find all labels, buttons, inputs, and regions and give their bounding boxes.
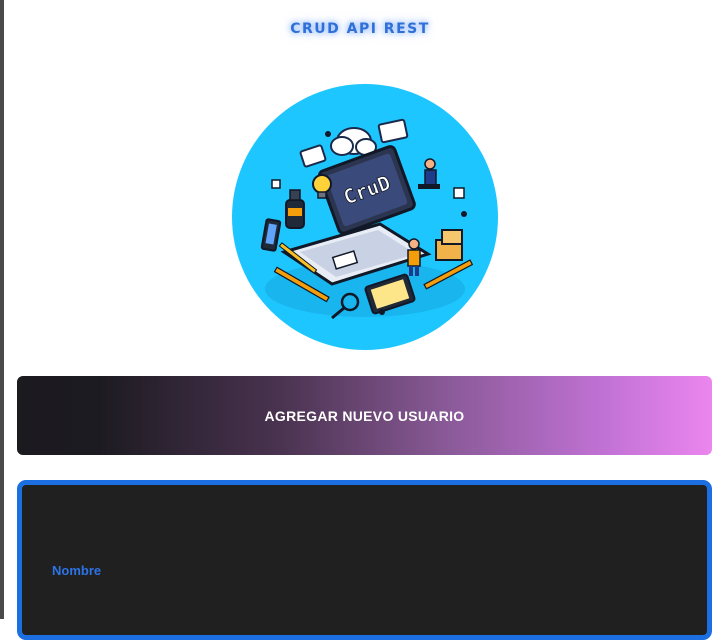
user-form: Nombre [17, 480, 712, 640]
window-edge [0, 0, 4, 619]
add-new-user-button[interactable]: AGREGAR NUEVO USUARIO [17, 376, 712, 455]
crud-logo-image: CruD [232, 84, 498, 350]
add-new-user-label: AGREGAR NUEVO USUARIO [264, 407, 465, 424]
page-title: CRUD API REST [290, 21, 430, 37]
name-field-label: Nombre [52, 563, 102, 578]
cloud-icon [330, 127, 377, 156]
